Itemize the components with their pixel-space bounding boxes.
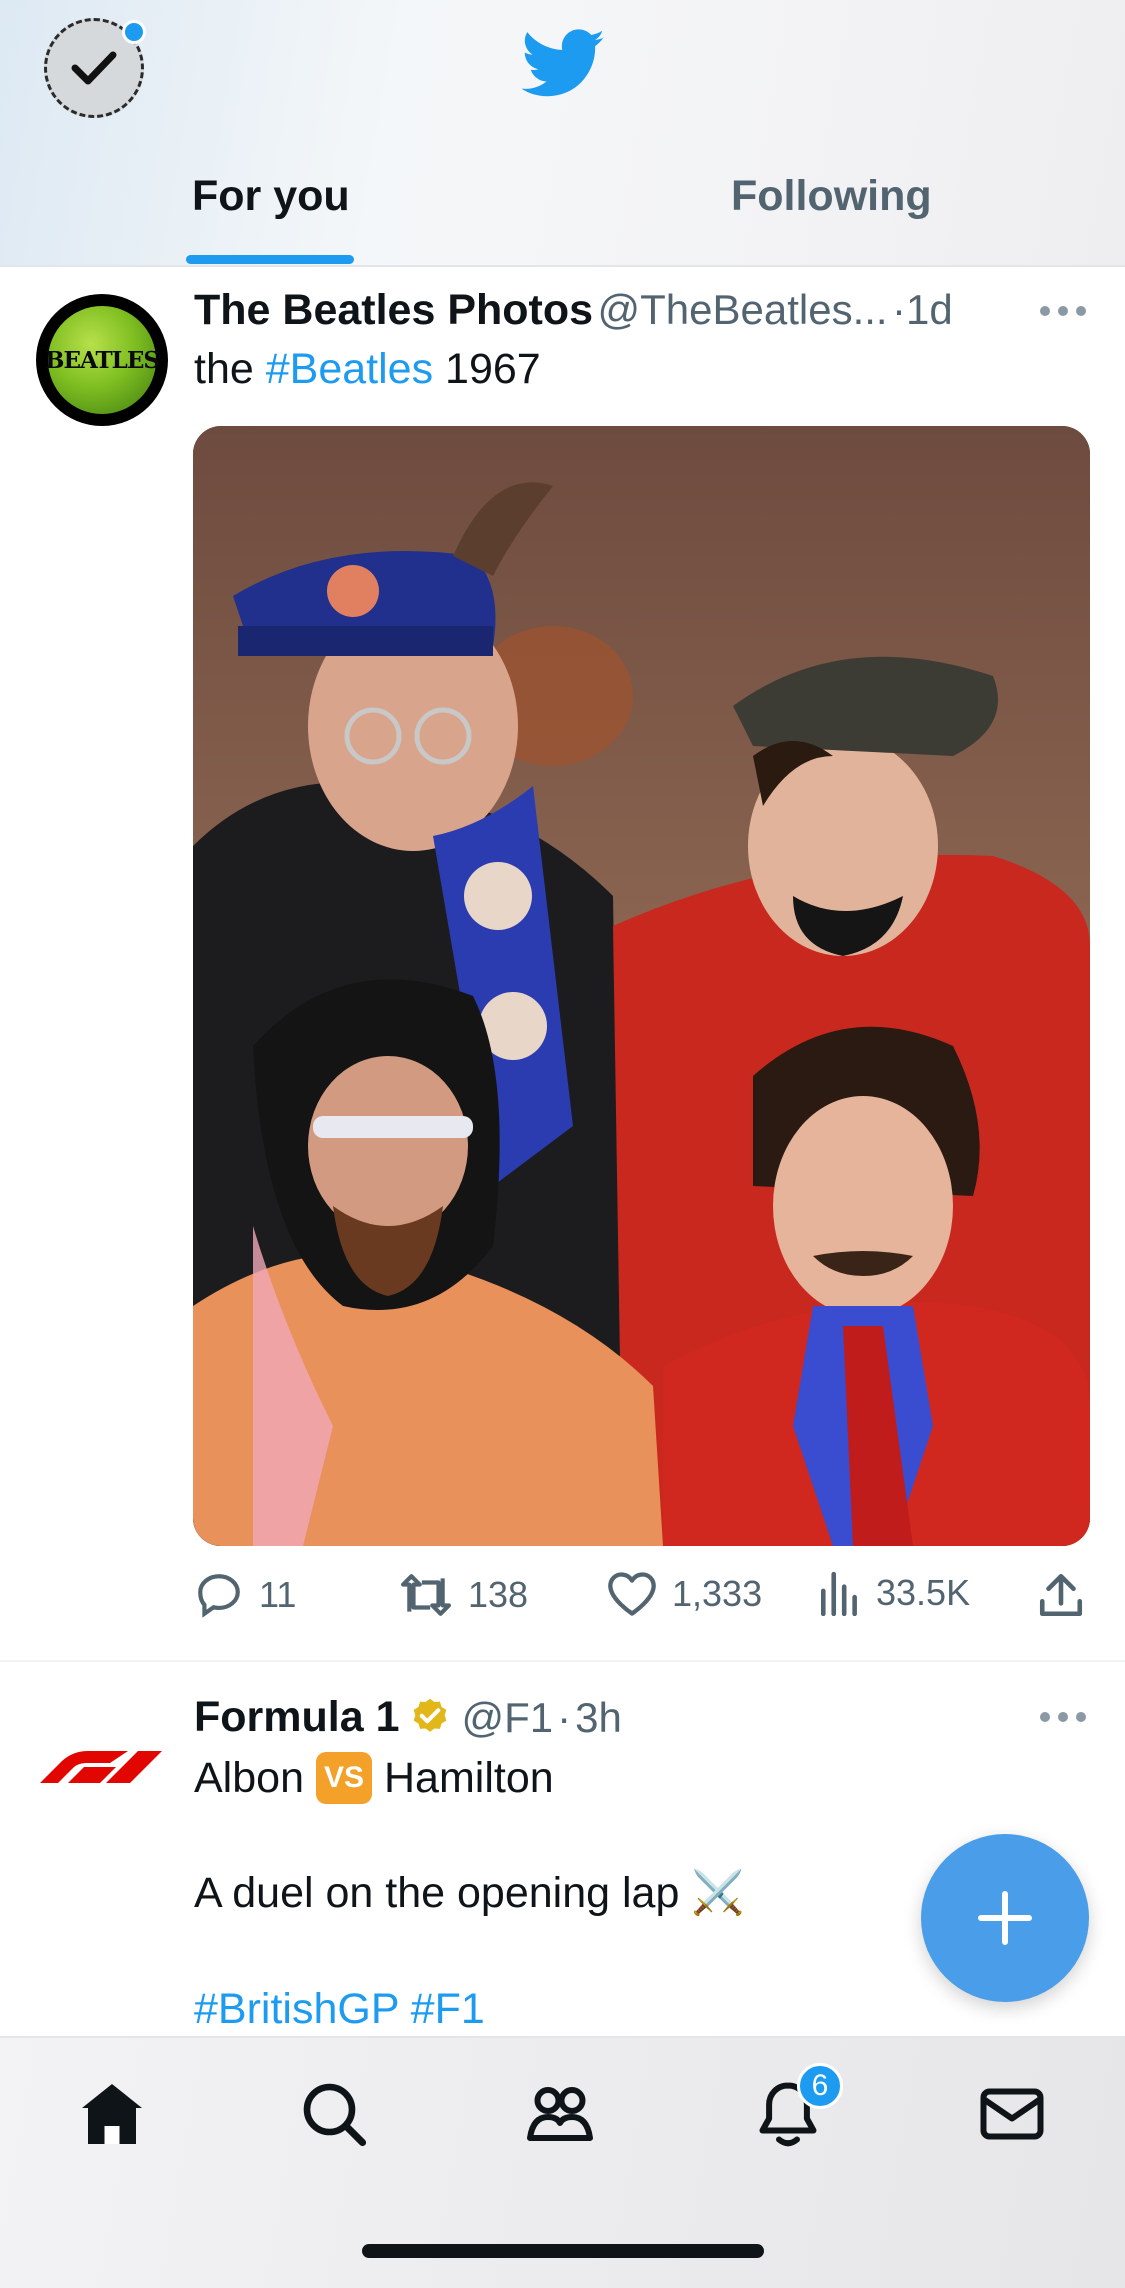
avatar-logo-text: BEATLES bbox=[45, 346, 160, 374]
retweet-button[interactable]: 138 bbox=[398, 1570, 528, 1620]
tweet-text-line: Albon VS Hamilton bbox=[194, 1752, 554, 1804]
tweet-text: the #Beatles 1967 bbox=[194, 345, 541, 394]
tweet-divider bbox=[0, 1660, 1125, 1662]
twitter-bird-icon[interactable] bbox=[522, 28, 606, 100]
tab-for-you[interactable]: For you bbox=[192, 172, 350, 221]
driver-name-hamilton: Hamilton bbox=[383, 1753, 554, 1802]
unread-dot bbox=[122, 20, 146, 44]
views-chart-icon bbox=[820, 1571, 857, 1616]
hashtag-link[interactable]: #Beatles bbox=[266, 345, 433, 393]
tweet-author-name[interactable]: Formula 1 bbox=[194, 1693, 400, 1742]
formula1-logo-icon[interactable] bbox=[40, 1749, 162, 1783]
meta-separator: · bbox=[892, 286, 907, 333]
tweet-text-post: 1967 bbox=[433, 345, 541, 393]
home-icon[interactable] bbox=[76, 2078, 148, 2150]
plus-icon bbox=[978, 1891, 1032, 1945]
views-button[interactable]: 33.5K bbox=[818, 1570, 970, 1616]
tweet-photo[interactable] bbox=[193, 426, 1090, 1546]
tab-following[interactable]: Following bbox=[731, 172, 932, 221]
tweet-text-line: A duel on the opening lap ⚔️ bbox=[194, 1869, 745, 1917]
home-indicator-bar[interactable] bbox=[362, 2244, 764, 2258]
like-button[interactable]: 1,333 bbox=[606, 1570, 762, 1618]
verified-badge-icon bbox=[413, 1698, 446, 1732]
communities-icon[interactable] bbox=[524, 2078, 596, 2150]
tweet-header: Formula 1 @F1 · 3h bbox=[194, 1693, 622, 1742]
reply-count: 11 bbox=[259, 1574, 297, 1615]
tweet-timestamp[interactable]: 1d bbox=[906, 286, 953, 333]
more-options-icon[interactable] bbox=[1040, 306, 1086, 318]
messages-icon[interactable] bbox=[976, 2078, 1048, 2150]
beatles-apple-logo: BEATLES bbox=[45, 306, 160, 414]
share-button[interactable] bbox=[1036, 1570, 1100, 1620]
like-count: 1,333 bbox=[672, 1573, 763, 1614]
beatles-group-photo bbox=[193, 426, 1090, 1546]
search-icon[interactable] bbox=[298, 2078, 370, 2150]
reply-icon bbox=[198, 1574, 240, 1618]
retweet-icon bbox=[401, 1574, 451, 1616]
tweet-timestamp[interactable]: 3h bbox=[575, 1694, 622, 1742]
driver-name-albon: Albon bbox=[194, 1753, 304, 1802]
more-options-icon[interactable] bbox=[1040, 1712, 1086, 1724]
tweet-text-pre: the bbox=[194, 345, 266, 393]
share-icon bbox=[1039, 1573, 1083, 1617]
hashtag-links[interactable]: #BritishGP #F1 bbox=[194, 1985, 485, 2034]
tweet-author-name[interactable]: The Beatles Photos bbox=[194, 286, 593, 334]
vs-emoji-icon: VS bbox=[315, 1752, 372, 1804]
tweet-header: The Beatles Photos @TheBeatles... ·1d bbox=[194, 286, 953, 335]
notification-count-badge: 6 bbox=[797, 2063, 843, 2109]
tweet-author-avatar[interactable]: BEATLES bbox=[36, 294, 168, 426]
heart-icon bbox=[608, 1572, 656, 1616]
meta-separator: · bbox=[557, 1693, 572, 1741]
tweet-author-handle[interactable]: @TheBeatles... bbox=[597, 286, 887, 333]
timeline-header: For you Following bbox=[0, 0, 1125, 267]
checkmark-icon bbox=[71, 51, 117, 85]
view-count: 33.5K bbox=[876, 1572, 971, 1613]
tweet-author-handle[interactable]: @F1 bbox=[462, 1694, 554, 1742]
reply-button[interactable]: 11 bbox=[193, 1570, 296, 1620]
compose-tweet-button[interactable] bbox=[921, 1834, 1089, 2002]
active-tab-indicator bbox=[186, 255, 354, 264]
retweet-count: 138 bbox=[468, 1574, 529, 1615]
